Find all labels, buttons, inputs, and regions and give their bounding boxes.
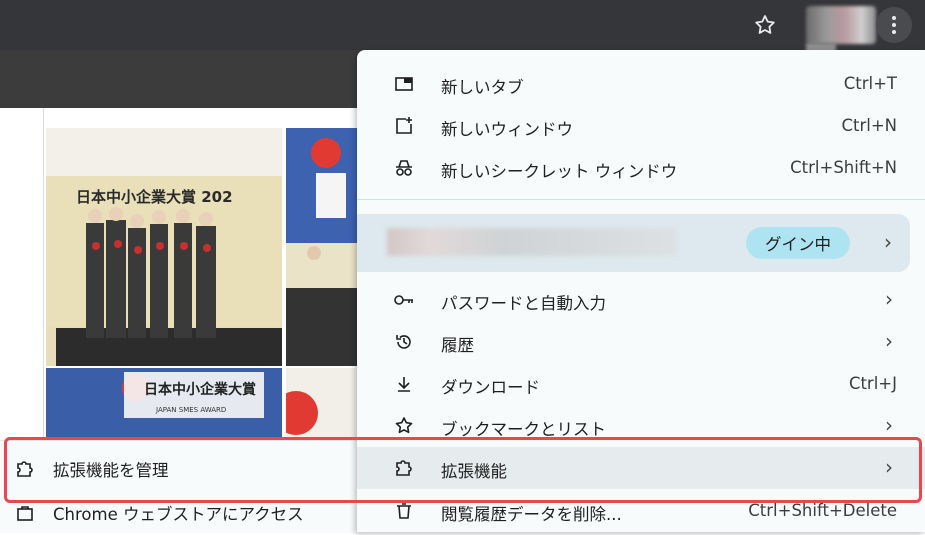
award-photo-1[interactable]: 日本中小企業大賞 202: [46, 128, 282, 366]
menu-passwords[interactable]: パスワードと自動入力 ›: [357, 279, 925, 321]
new-tab-label: 新しいタブ: [441, 78, 524, 97]
trash-icon: [393, 500, 415, 522]
star-outline-icon: [393, 415, 415, 437]
award-logo-text: 日本中小企業大賞: [144, 381, 256, 398]
menu-downloads[interactable]: ダウンロード Ctrl+J: [357, 363, 925, 405]
star-icon: [755, 15, 775, 34]
passwords-label: パスワードと自動入力: [441, 294, 606, 313]
key-icon: [393, 289, 415, 311]
award-photo-3[interactable]: 日本中小企業大賞 JAPAN SMES AWARD: [46, 368, 282, 438]
webstore-icon: [14, 502, 36, 524]
menu-new-incognito[interactable]: 新しいシークレット ウィンドウ Ctrl+Shift+N: [357, 147, 925, 189]
award-photo-2[interactable]: [286, 128, 358, 366]
browser-toolbar: [0, 0, 925, 50]
new-tab-icon: [393, 73, 415, 95]
webstore-label: Chrome ウェブストアにアクセス: [53, 505, 304, 524]
chrome-menu-button[interactable]: [876, 7, 912, 43]
new-window-icon: [393, 115, 415, 137]
new-window-shortcut: Ctrl+N: [841, 116, 897, 135]
new-incognito-label: 新しいシークレット ウィンドウ: [441, 162, 678, 181]
new-window-label: 新しいウィンドウ: [441, 120, 573, 139]
menu-history[interactable]: 履歴 ›: [357, 321, 925, 363]
clear-data-label: 閲覧履歴データを削除...: [441, 505, 622, 524]
profile-avatar[interactable]: [806, 6, 876, 44]
menu-profile-row[interactable]: グイン中 ›: [357, 214, 910, 272]
clear-data-shortcut: Ctrl+Shift+Delete: [748, 501, 897, 520]
signin-status-chip: グイン中: [746, 227, 850, 259]
history-label: 履歴: [441, 336, 474, 355]
new-tab-shortcut: Ctrl+T: [843, 74, 897, 93]
menu-new-window[interactable]: 新しいウィンドウ Ctrl+N: [357, 105, 925, 147]
menu-new-tab[interactable]: 新しいタブ Ctrl+T: [357, 63, 925, 105]
award-banner-text: 日本中小企業大賞 202: [76, 188, 233, 206]
award-photo-4[interactable]: [286, 368, 358, 438]
award-logo-subtext: JAPAN SMES AWARD: [155, 406, 226, 414]
new-incognito-shortcut: Ctrl+Shift+N: [790, 158, 897, 177]
incognito-icon: [393, 157, 415, 179]
downloads-shortcut: Ctrl+J: [848, 374, 897, 393]
chevron-right-icon: ›: [884, 230, 892, 254]
highlight-annotation: [4, 437, 922, 503]
chevron-right-icon: ›: [885, 287, 893, 311]
signin-status-label: グイン中: [765, 235, 831, 254]
chevron-right-icon: ›: [885, 413, 893, 437]
chevron-right-icon: ›: [885, 329, 893, 353]
kebab-icon: [892, 16, 896, 34]
profile-name-blurred: [387, 228, 677, 256]
history-icon: [393, 331, 415, 353]
bookmark-star-button[interactable]: [747, 7, 783, 43]
download-icon: [393, 373, 415, 395]
menu-divider: [357, 199, 925, 200]
downloads-label: ダウンロード: [441, 378, 540, 397]
